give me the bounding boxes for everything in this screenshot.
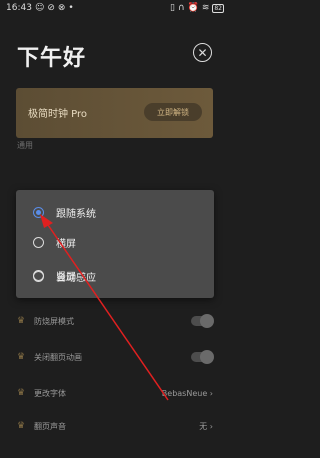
annotation-arrow (40, 214, 169, 401)
